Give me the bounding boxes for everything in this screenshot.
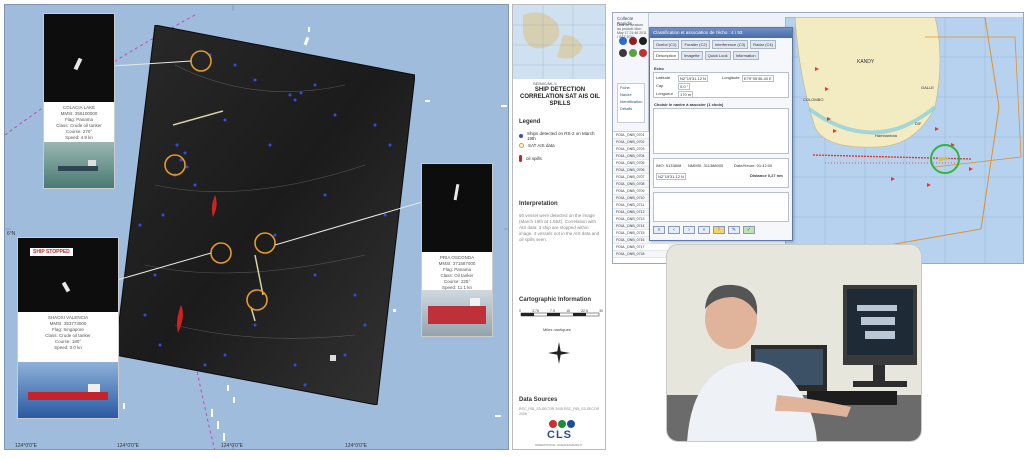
classification-dialog[interactable]: Classification et association de l'écho … [649, 27, 793, 241]
ship-info: COLACIA LAKE MMSI: 356100000 Flag: Panam… [44, 102, 114, 144]
cls-logo-sub: OPERATIONAL OCEANOGRAPHY [535, 443, 583, 447]
list-item[interactable]: FOUL_DNB_0717 [613, 244, 669, 251]
sidebar-item-identification[interactable]: Identification [618, 98, 644, 105]
north-arrow-icon [548, 342, 570, 364]
legend-heading: Legend [519, 119, 541, 125]
ship-info: SHAOXI VALENCIA MMSI: 353773000 Flag: Si… [18, 312, 118, 362]
sources-heading: Data Sources [519, 397, 558, 403]
cls-logo: CLS [547, 429, 572, 441]
map-canvas[interactable]: COLACIA LAKE MMSI: 356100000 Flag: Panam… [4, 4, 509, 450]
edit-button[interactable]: ✎ [728, 226, 740, 234]
sar-ship-thumbnail: SHIP STOPPED [18, 238, 118, 312]
ship-photo [44, 142, 114, 188]
interpretation-heading: Interpretation [519, 201, 558, 207]
interpretation-text: 50 vessel were detected on the image (Ma… [519, 213, 600, 242]
heading-field[interactable]: 0.0 ° [678, 83, 691, 90]
coord-label: 124°0'0"E [345, 443, 367, 449]
position-field[interactable]: N2°19'31.12 N [656, 173, 686, 180]
list-item[interactable]: FOUL_DNB_0718 [613, 251, 669, 258]
overview-inset-map[interactable] [513, 5, 605, 79]
operator-photo [666, 244, 922, 442]
map-label-colombo: COLOMBO [803, 97, 823, 102]
length-field[interactable]: 170 m [678, 91, 694, 98]
sidebar-nav: Fiche Navire Identification Détails [617, 83, 645, 123]
map-title: SHIP DETECTION CORRELATION SAT AIS OIL S… [520, 87, 600, 107]
composite-screenshot: COLACIA LAKE MMSI: 356100000 Flag: Panam… [0, 0, 1024, 459]
tab-information[interactable]: Information [732, 51, 759, 60]
echo-fields-box: Latitude N2°19'31.12 N Longitude E79°05'… [653, 72, 789, 98]
scale-ticks: 0 3.75 7.5 15 22.5 30 [519, 309, 603, 313]
dialog-alert-tabs: Ocelot (C1) Foraller (C2) Interférence (… [650, 38, 792, 51]
map-label-galle: GALLE [921, 85, 934, 90]
inset-right-ship[interactable]: PRIA OSCONDA MMSI: 371587000 Flag: Panam… [421, 163, 493, 337]
carto-heading: Cartographic Information [519, 297, 592, 303]
assoc-result-box: IMO: 5133808 NMMSI: 311388000 Date/Heure… [653, 158, 789, 188]
ship-stopped-label: SHIP STOPPED [30, 248, 73, 256]
monitoring-app-window: Collecte Rapidis Date de livraison du pr… [612, 12, 1024, 264]
first-button[interactable]: « [653, 226, 665, 234]
sidebar-item-details[interactable]: Détails [618, 105, 644, 112]
legend-panel: SEIMIC/ML II SHIP DETECTION CORRELATION … [512, 4, 606, 450]
sidebar-item-fiche[interactable]: Fiche [618, 84, 644, 91]
prev-button[interactable]: ‹ [668, 226, 680, 234]
map-label-dif: DIF [915, 121, 922, 126]
inset-ship-stopped[interactable]: SHIP STOPPED SHAOXI VALENCIA MMSI: 35377… [17, 237, 119, 419]
latitude-field[interactable]: N2°19'31.12 N [678, 75, 708, 82]
coord-label: 124°0'0"E [117, 443, 139, 449]
operator-photo-illustration [667, 245, 921, 441]
app-map-svg: KANDY COLOMBO GALLE Hambantota DIF [785, 17, 1023, 263]
dialog-title: Classification et association de l'écho … [650, 28, 792, 38]
tab-description[interactable]: Description [653, 51, 680, 60]
validate-button[interactable]: ✓ [743, 226, 755, 234]
inset-colacia[interactable]: COLACIA LAKE MMSI: 356100000 Flag: Panam… [43, 13, 115, 189]
coord-label: 124°0'0"E [221, 443, 243, 449]
assoc-section-title: Choisir le navire à associer (1 choix) [654, 102, 724, 107]
map-label-hambantota: Hambantota [875, 133, 898, 138]
sar-ship-thumbnail [44, 14, 114, 102]
tab-ocelot[interactable]: Ocelot (C1) [653, 40, 680, 49]
ship-info: PRIA OSCONDA MMSI: 371587000 Flag: Panam… [422, 252, 492, 292]
notes-box[interactable] [653, 192, 789, 222]
ship-photo [422, 290, 492, 336]
ship-photo [18, 362, 118, 418]
legend-item-detections: Ships detected on RS-2 on March 19th [519, 131, 595, 141]
legend-item-oil: oil spills [519, 155, 542, 162]
sri-lanka-landmass [794, 17, 941, 148]
assoc-list-box[interactable] [653, 108, 789, 154]
longitude-field[interactable]: E79°05'36.40 E [742, 75, 774, 82]
legend-item-ais: SAT AIS data [519, 143, 555, 148]
dialog-button-bar: « ‹ › » ! ✎ ✓ [653, 226, 789, 236]
next-button[interactable]: › [683, 226, 695, 234]
tab-interference[interactable]: Interférence (C3) [711, 40, 749, 49]
last-button[interactable]: » [698, 226, 710, 234]
legend-top-box: SEIMIC/ML II [533, 81, 557, 86]
ship-detection-map-panel: COLACIA LAKE MMSI: 356100000 Flag: Panam… [0, 0, 608, 459]
distance-label: Distance 0,27 nm [750, 173, 783, 178]
sar-ship-thumbnail [422, 164, 492, 252]
ais-swatch-icon [519, 143, 524, 148]
dialog-view-tabs: Description Imagette Quick Look Informat… [650, 51, 792, 62]
flag-button[interactable]: ! [713, 226, 725, 234]
app-map-view[interactable]: KANDY COLOMBO GALLE Hambantota DIF [785, 17, 1023, 263]
oil-swatch-icon [519, 155, 522, 162]
toolbar-icons[interactable] [617, 35, 647, 65]
coord-label: 6°N [7, 231, 16, 237]
sources-text: RSC_F65_S3-SECOR 2008 RSC_F65_S3-SECOR 2… [519, 407, 600, 416]
tab-quicklook[interactable]: Quick Look [704, 51, 731, 60]
sidebar-item-navire[interactable]: Navire [618, 91, 644, 98]
scale-label: Miles nautiques [543, 327, 571, 332]
coord-label: 124°0'0"E [15, 443, 37, 449]
sar-image[interactable] [115, 25, 415, 405]
cls-logo-dots-icon [549, 420, 575, 428]
tab-foraller[interactable]: Foraller (C2) [681, 40, 710, 49]
tab-imagette[interactable]: Imagette [681, 51, 703, 60]
map-label-kandy: KANDY [857, 59, 875, 65]
tab-radar[interactable]: Radar (C4) [750, 40, 776, 49]
detection-swatch-icon [519, 134, 523, 138]
echo-section-title: Echo [654, 66, 664, 71]
